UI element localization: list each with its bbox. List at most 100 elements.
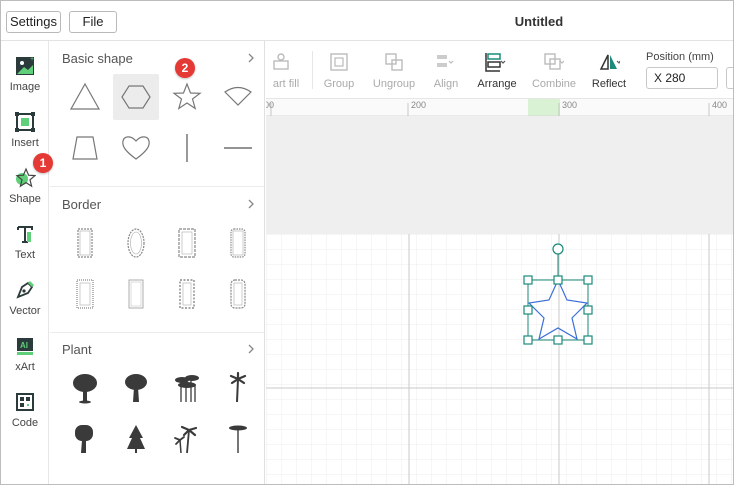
plain-frame-icon [128,279,144,309]
ornate-frame-icon [76,279,94,309]
shape-trapezoid[interactable] [62,125,108,171]
palm-tree-icon [229,425,247,453]
group-button[interactable]: Group [319,41,359,99]
rail-item-xart[interactable]: AI xArt [1,321,49,377]
reflect-button[interactable]: Reflect [586,41,632,99]
ornate-frame-icon [77,228,93,258]
pine-tree-icon [127,425,145,453]
border-item[interactable] [215,220,261,266]
shape-hexagon[interactable] [113,74,159,120]
resize-handle[interactable] [523,335,533,345]
tree-icon [75,425,93,453]
rail-item-code[interactable]: Code [1,377,49,433]
canvas-svg [266,99,733,484]
shape-star[interactable] [164,74,210,120]
section-divider [50,186,264,187]
svg-text:AI: AI [20,341,28,350]
resize-handle[interactable] [583,275,593,285]
plant-item[interactable] [164,365,210,411]
combine-icon [544,53,564,70]
rail-label-text: Text [14,249,36,261]
resize-handle[interactable] [553,335,563,345]
horizontal-line-icon [224,147,252,149]
plant-item[interactable] [215,416,261,462]
combine-button[interactable]: Combine [528,41,580,99]
triangle-icon [69,82,101,110]
chevron-right-icon[interactable] [246,344,256,354]
plant-item[interactable] [62,365,108,411]
shape-fan[interactable] [215,74,261,120]
chevron-right-icon[interactable] [246,53,256,63]
align-button[interactable]: Align [426,41,466,99]
resize-handle[interactable] [523,275,533,285]
border-item[interactable] [164,271,210,317]
rail-item-image[interactable]: + Image [1,41,49,97]
horizontal-ruler [266,99,733,116]
chevron-right-icon[interactable] [246,199,256,209]
position-y-input[interactable] [726,67,733,89]
resize-handle[interactable] [583,335,593,345]
border-item[interactable] [62,220,108,266]
left-rail: + Image Insert Shape Text Vector AI xArt… [1,41,49,484]
resize-handle[interactable] [553,275,563,285]
rail-item-vector[interactable]: Vector [1,265,49,321]
rail-item-insert[interactable]: Insert [1,97,49,153]
plant-item[interactable] [215,365,261,411]
border-item[interactable] [113,271,159,317]
plant-item[interactable] [113,365,159,411]
shape-horizontal-line[interactable] [215,125,261,171]
ornate-frame-icon [178,228,196,258]
ungroup-button[interactable]: Ungroup [368,41,420,99]
tool-label: Reflect [591,78,627,90]
ruler-tick-label: 00 [266,100,275,110]
ungroup-icon [385,53,403,71]
plant-item[interactable] [113,416,159,462]
border-item[interactable] [62,271,108,317]
pen-icon [16,281,34,299]
ruler-tick-label: 400 [712,100,728,110]
resize-handle[interactable] [523,305,533,315]
fan-icon [224,86,252,106]
toolbar: art fill Group Ungroup Align Arrange Com… [266,41,733,99]
border-item[interactable] [164,220,210,266]
settings-button[interactable]: Settings [6,11,61,33]
file-button[interactable]: File [69,11,117,33]
rail-label-code: Code [11,417,39,429]
ornate-frame-icon [230,228,246,258]
toolbar-divider [312,51,313,89]
border-item[interactable] [113,220,159,266]
canvas[interactable]: 00 200 300 400 [266,99,733,484]
vertical-line-icon [186,134,188,162]
star-icon [15,167,36,188]
ruler-highlight [528,99,560,116]
ornate-frame-icon [179,279,195,309]
tool-label: Combine [531,78,577,90]
shape-heart[interactable] [113,125,159,171]
tree-icon [125,374,147,402]
arrange-button[interactable]: Arrange [472,41,522,99]
group-icon [330,53,348,71]
tool-label: Group [323,78,355,90]
position-label: Position (mm) [646,51,714,63]
arrange-icon [485,53,506,72]
top-bar: Settings File Untitled [1,1,733,41]
rail-label-xart: xArt [15,361,35,373]
border-item[interactable] [215,271,261,317]
plant-item[interactable] [62,416,108,462]
ruler-tick-label: 300 [562,100,578,110]
document-title: Untitled [514,14,564,29]
ornate-frame-icon [230,279,246,309]
smart-fill-button[interactable]: art fill [266,41,306,99]
shape-triangle[interactable] [62,74,108,120]
rotate-handle[interactable] [552,243,564,255]
tree-icon [73,374,97,404]
position-x-input[interactable]: X 280 [646,67,718,89]
rail-item-text[interactable]: Text [1,209,49,265]
shape-vertical-line[interactable] [164,125,210,171]
resize-handle[interactable] [583,305,593,315]
plant-item[interactable] [164,416,210,462]
qr-code-icon [16,393,34,411]
text-icon [17,226,33,243]
app-window: Settings File Untitled + Image Insert Sh… [0,0,734,485]
section-title-border: Border [62,197,102,212]
